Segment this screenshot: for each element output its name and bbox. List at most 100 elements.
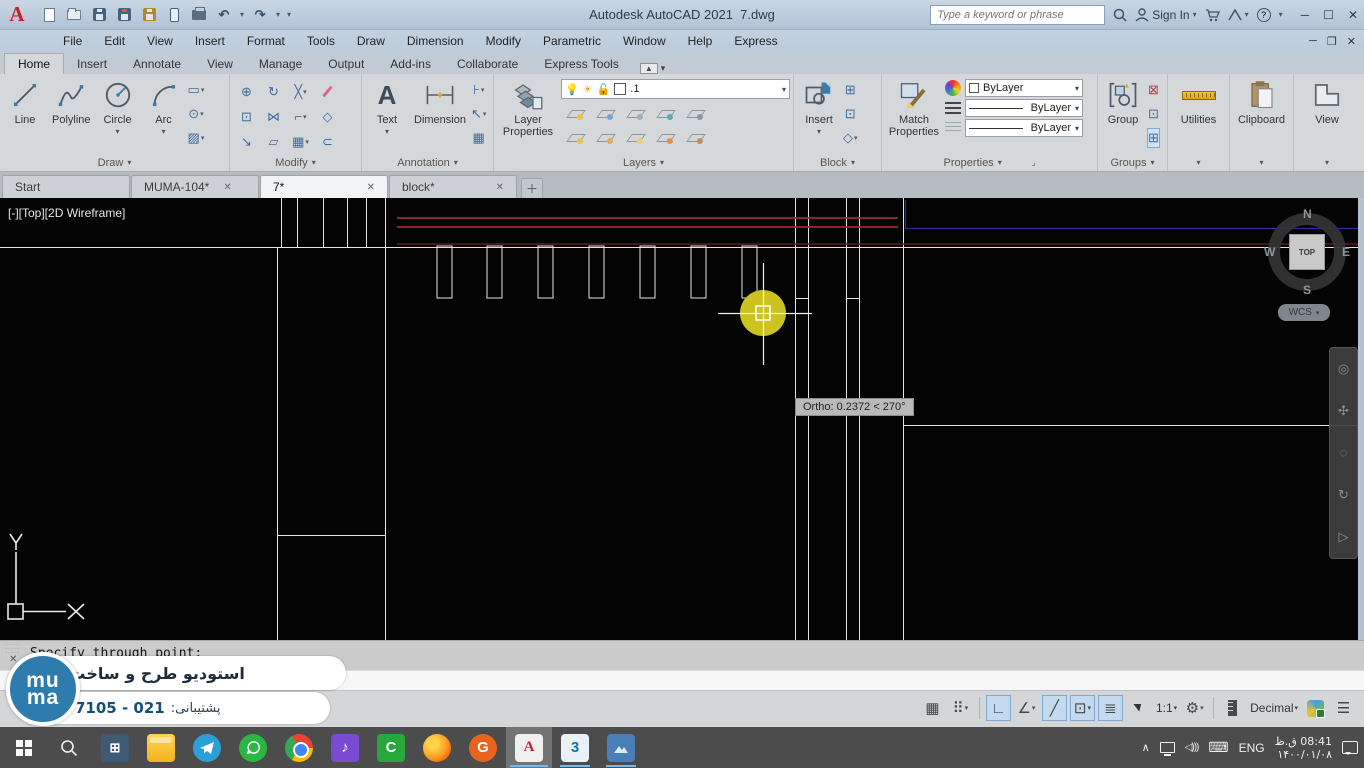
- layer-match-icon[interactable]: [681, 126, 711, 150]
- tab-collaborate[interactable]: Collaborate: [444, 54, 531, 74]
- taskbar-calculator[interactable]: ⊞: [92, 727, 138, 768]
- doc-minimize-button[interactable]: ─: [1309, 35, 1317, 48]
- viewcube-west[interactable]: W: [1264, 245, 1275, 259]
- orbit-icon[interactable]: ↻: [1338, 487, 1349, 503]
- plot-icon[interactable]: [140, 7, 158, 23]
- viewport-scrollbar[interactable]: [1358, 198, 1364, 640]
- panel-clipboard-footer[interactable]: ▾: [1230, 154, 1293, 171]
- layer-off-icon[interactable]: [561, 126, 591, 150]
- minimize-button[interactable]: ─: [1301, 8, 1310, 22]
- move-tool-icon[interactable]: ⊕: [233, 79, 260, 104]
- wcs-selector[interactable]: WCS▾: [1278, 304, 1330, 321]
- insert-caret-icon[interactable]: ▾: [817, 127, 821, 136]
- linetype-icon[interactable]: [945, 122, 961, 134]
- menu-dimension[interactable]: Dimension: [396, 34, 475, 48]
- taskbar-photos[interactable]: [598, 727, 644, 768]
- explode-tool-icon[interactable]: ◇: [314, 104, 341, 129]
- erase-tool-icon[interactable]: [314, 79, 341, 104]
- menu-view[interactable]: View: [136, 34, 184, 48]
- taskbar-chrome[interactable]: [276, 727, 322, 768]
- taskbar-autocad[interactable]: A: [506, 727, 552, 768]
- cart-icon[interactable]: [1205, 8, 1220, 22]
- fillet-tool-icon[interactable]: ⌐▾: [287, 104, 314, 129]
- speaker-icon[interactable]: ◁))): [1185, 742, 1199, 753]
- menu-format[interactable]: Format: [236, 34, 296, 48]
- menu-parametric[interactable]: Parametric: [532, 34, 612, 48]
- sign-in-button[interactable]: Sign In ▾: [1135, 8, 1196, 22]
- taskbar-telegram[interactable]: [184, 727, 230, 768]
- save-icon[interactable]: [90, 7, 108, 23]
- object-color-combo[interactable]: ByLayer ▾: [965, 79, 1083, 97]
- qat-customize-icon[interactable]: ▾: [287, 10, 291, 19]
- taskbar-3dsmax[interactable]: 3: [552, 727, 598, 768]
- group-button[interactable]: Group: [1101, 76, 1145, 154]
- snap-mode-toggle[interactable]: ⠿▾: [948, 695, 973, 721]
- navigation-bar[interactable]: ◎ ✣ ◌ ↻ ▷: [1329, 347, 1358, 559]
- autodesk-app-icon[interactable]: ▾: [1228, 9, 1249, 21]
- layer-select-combo[interactable]: 💡 ☀ 🔓 .1 ▾: [561, 79, 790, 99]
- menu-window[interactable]: Window: [612, 34, 677, 48]
- layer-freeze-tool-icon[interactable]: [621, 102, 651, 126]
- close-tab-icon[interactable]: ✕: [367, 182, 375, 193]
- panel-modify-footer[interactable]: Modify▾: [230, 154, 361, 171]
- maximize-button[interactable]: ☐: [1323, 8, 1334, 22]
- close-tab-icon[interactable]: ✕: [223, 182, 231, 193]
- ortho-toggle[interactable]: ∟: [986, 695, 1011, 721]
- help-icon[interactable]: ?: [1257, 8, 1271, 22]
- mobile-icon[interactable]: [165, 7, 183, 23]
- viewcube-north[interactable]: N: [1303, 207, 1312, 221]
- menu-modify[interactable]: Modify: [475, 34, 532, 48]
- ribbon-collapse-icon[interactable]: ▲: [640, 63, 658, 74]
- new-tab-button[interactable]: ＋: [521, 178, 543, 198]
- viewcube[interactable]: N S W E TOP: [1263, 208, 1351, 296]
- layer-combo-caret-icon[interactable]: ▾: [782, 85, 786, 94]
- annotation-visibility-toggle[interactable]: ▲: [1126, 695, 1151, 721]
- viewcube-east[interactable]: E: [1342, 245, 1350, 259]
- taskbar-camtasia[interactable]: C: [368, 727, 414, 768]
- layer-states-icon[interactable]: [681, 102, 711, 126]
- taskbar-g-app[interactable]: G: [460, 727, 506, 768]
- menu-file[interactable]: File: [52, 34, 93, 48]
- edit-block-icon[interactable]: ⊡: [843, 104, 858, 124]
- tab-express-tools[interactable]: Express Tools: [531, 54, 631, 74]
- graphics-performance-button[interactable]: [1303, 695, 1328, 721]
- tray-chevron-icon[interactable]: ∧: [1142, 741, 1150, 754]
- viewport-controls-label[interactable]: [-][Top][2D Wireframe]: [8, 206, 125, 220]
- panel-draw-footer[interactable]: Draw▾: [0, 154, 229, 171]
- tab-home[interactable]: Home: [4, 53, 64, 74]
- object-snap-tracking-toggle[interactable]: ≣: [1098, 695, 1123, 721]
- scale-tool-icon[interactable]: ▱: [260, 129, 287, 154]
- open-file-icon[interactable]: [65, 7, 83, 23]
- close-button[interactable]: ✕: [1348, 8, 1358, 22]
- panel-properties-footer[interactable]: Properties▾⌟: [882, 154, 1097, 171]
- nav-wheel-icon[interactable]: ◎: [1338, 361, 1349, 377]
- file-tab-block[interactable]: block*✕: [389, 175, 517, 198]
- layer-unisolate-icon[interactable]: [591, 102, 621, 126]
- action-center-icon[interactable]: [1342, 741, 1358, 754]
- isodraft-toggle[interactable]: ╱: [1042, 695, 1067, 721]
- object-snap-toggle[interactable]: ⊡▾: [1070, 695, 1095, 721]
- undo-caret-icon[interactable]: ▾: [240, 10, 244, 19]
- match-properties-button[interactable]: MatchProperties: [885, 76, 943, 154]
- offset-tool-icon[interactable]: ⊂: [314, 129, 341, 154]
- create-block-icon[interactable]: ⊞: [843, 80, 858, 100]
- doc-restore-button[interactable]: ❐: [1327, 35, 1337, 48]
- point-tool-icon[interactable]: ⊙ ▾: [188, 104, 205, 124]
- group-edit-icon[interactable]: ⊡: [1147, 104, 1160, 124]
- tab-manage[interactable]: Manage: [246, 54, 315, 74]
- layer-properties-button[interactable]: LayerProperties: [497, 76, 559, 154]
- tab-insert[interactable]: Insert: [64, 54, 120, 74]
- touch-keyboard-icon[interactable]: ⌨: [1208, 739, 1228, 756]
- annotation-scale-button[interactable]: 1:1▾: [1154, 695, 1179, 721]
- file-tab-muma104[interactable]: MUMA-104*✕: [131, 175, 259, 198]
- dimension-button[interactable]: Dimension: [411, 76, 469, 154]
- panel-view-footer[interactable]: ▾: [1294, 154, 1360, 171]
- taskbar-purple-app[interactable]: ♪: [322, 727, 368, 768]
- menu-insert[interactable]: Insert: [184, 34, 236, 48]
- view-button[interactable]: View: [1305, 76, 1349, 154]
- tab-addins[interactable]: Add-ins: [377, 54, 444, 74]
- customization-button[interactable]: ☰: [1331, 695, 1356, 721]
- menu-edit[interactable]: Edit: [93, 34, 136, 48]
- hatch-tool-icon[interactable]: ▨ ▾: [188, 128, 205, 148]
- units-button[interactable]: Decimal▾: [1248, 695, 1300, 721]
